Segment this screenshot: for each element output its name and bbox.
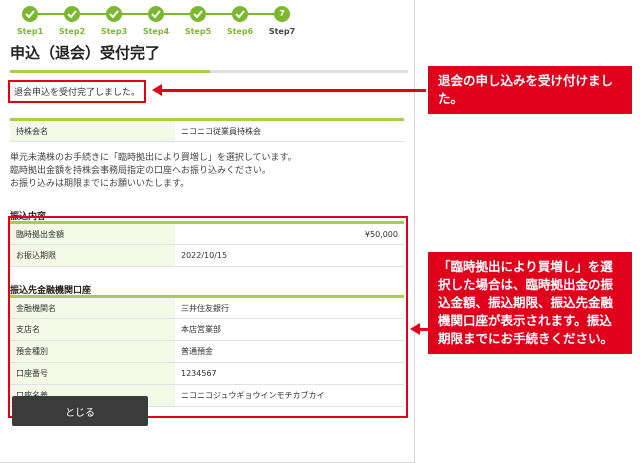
table-row: 預金種別 普通預金 — [10, 340, 404, 363]
page-title: 申込（退会）受付完了 — [10, 44, 161, 62]
close-button[interactable]: とじる — [12, 396, 148, 426]
member-label: 持株会名 — [10, 119, 175, 142]
step-5: Step5 — [178, 6, 218, 36]
step-4: Step4 — [136, 6, 176, 36]
step-progress: Step1 Step2 Step3 Step4 Step5 Step6 7 St… — [10, 6, 310, 40]
table-row: 持株会名 ニコニコ従業員持株会 — [10, 119, 404, 142]
member-value: ニコニコ従業員持株会 — [175, 119, 404, 142]
completion-panel: Step1 Step2 Step3 Step4 Step5 Step6 7 St… — [0, 0, 415, 463]
current-step-badge: 7 — [274, 6, 290, 22]
step-1: Step1 — [10, 6, 50, 36]
arrow-left-icon — [152, 84, 162, 96]
step-7: 7 Step7 — [262, 6, 302, 36]
table-row: お振込期限 2022/10/15 — [10, 244, 404, 267]
step-3: Step3 — [94, 6, 134, 36]
table-row: 口座番号 1234567 — [10, 362, 404, 385]
step-label: Step7 — [268, 27, 296, 36]
check-icon — [148, 6, 164, 22]
table-row: 臨時拠出金額 ¥50,000 — [10, 222, 404, 245]
table-row: 金融機関名 三井住友銀行 — [10, 296, 404, 319]
deadline-value: 2022/10/15 — [175, 244, 404, 267]
check-icon — [232, 6, 248, 22]
check-icon — [64, 6, 80, 22]
step-label: Step5 — [184, 27, 212, 36]
notice-text: 単元未満株のお手続きに「臨時拠出により買増し」を選択しています。 臨時拠出金額を… — [10, 153, 297, 189]
transfer-table: 臨時拠出金額 ¥50,000 お振込期限 2022/10/15 — [10, 221, 404, 267]
step-6: Step6 — [220, 6, 260, 36]
arrow-left-icon — [410, 323, 420, 335]
callout-arrow-line — [160, 89, 426, 92]
check-icon — [22, 6, 38, 22]
callout-top: 退会の申し込みを受け付けました。 — [428, 66, 632, 114]
completion-message: 退会申込を受付完了しました。 — [8, 80, 147, 103]
step-label: Step1 — [16, 27, 44, 36]
step-label: Step3 — [100, 27, 128, 36]
table-row: 支店名 本店営業部 — [10, 318, 404, 341]
step-label: Step2 — [58, 27, 86, 36]
callout-bottom: 「臨時拠出により買増し」を選択した場合は、臨時拠出金の振込金額、振込期限、振込先… — [428, 252, 632, 354]
amount-value: ¥50,000 — [175, 222, 404, 245]
member-table: 持株会名 ニコニコ従業員持株会 — [10, 118, 404, 142]
check-icon — [190, 6, 206, 22]
step-label: Step4 — [142, 27, 170, 36]
bank-table: 金融機関名 三井住友銀行 支店名 本店営業部 預金種別 普通預金 口座番号 12… — [10, 295, 404, 407]
step-label: Step6 — [226, 27, 254, 36]
step-2: Step2 — [52, 6, 92, 36]
check-icon — [106, 6, 122, 22]
title-divider — [10, 70, 408, 73]
